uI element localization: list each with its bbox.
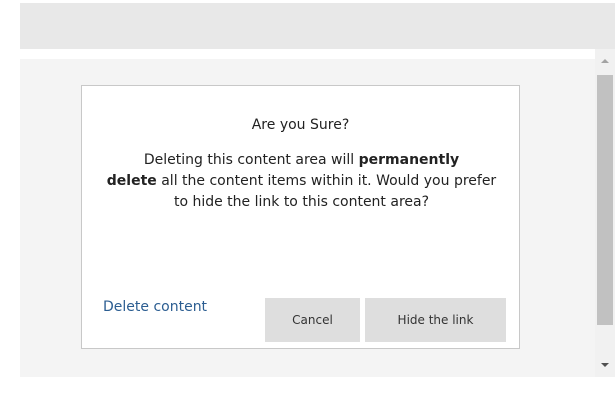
top-bar [20, 3, 615, 49]
scroll-down-arrow-icon[interactable] [595, 355, 615, 377]
scrollbar[interactable] [595, 49, 615, 377]
message-text-start: Deleting this content area will [143, 152, 359, 168]
hide-link-button[interactable]: Hide the link [365, 298, 506, 342]
message-bold-delete: delete [106, 173, 157, 189]
dialog-message: Deleting this content area will permanen… [100, 150, 503, 213]
message-bold-permanently: permanently [358, 152, 460, 168]
confirm-dialog: Are you Sure? Deleting this content area… [81, 85, 520, 349]
scroll-up-arrow-icon[interactable] [595, 49, 615, 71]
cancel-button[interactable]: Cancel [265, 298, 360, 342]
scroll-thumb[interactable] [597, 75, 613, 325]
delete-content-link[interactable]: Delete content [103, 299, 207, 315]
dialog-title: Are you Sure? [251, 117, 350, 133]
message-text-end: all the content items within it. Would y… [156, 173, 497, 210]
